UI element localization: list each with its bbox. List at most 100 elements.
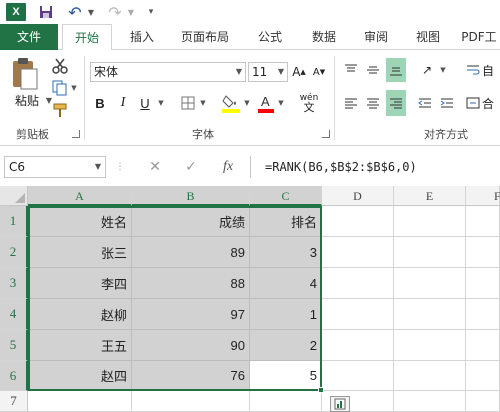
cell-e7[interactable]: [394, 391, 466, 412]
cell-e1[interactable]: [394, 206, 466, 237]
bold-button[interactable]: B: [90, 92, 110, 114]
column-header-b[interactable]: B: [132, 186, 250, 206]
quick-analysis-button[interactable]: [330, 396, 350, 412]
redo-dropdown-icon[interactable]: ▼: [126, 0, 136, 24]
copy-icon[interactable]: [50, 78, 70, 98]
cell-a3[interactable]: 李四: [28, 268, 132, 299]
bottom-align-icon[interactable]: [386, 58, 406, 82]
cell-a7[interactable]: [28, 391, 132, 412]
cell-d6[interactable]: [322, 361, 394, 391]
fill-handle[interactable]: [318, 387, 324, 393]
tab-pdf[interactable]: PDF工: [458, 24, 500, 50]
cell-e5[interactable]: [394, 330, 466, 361]
cell-b6[interactable]: 76: [132, 361, 250, 391]
cell-f3[interactable]: [466, 268, 500, 299]
cell-b3[interactable]: 88: [132, 268, 250, 299]
save-icon[interactable]: [36, 0, 56, 24]
align-center-icon[interactable]: [364, 92, 382, 114]
cell-e6[interactable]: [394, 361, 466, 391]
borders-icon[interactable]: [178, 92, 198, 114]
grow-font-icon[interactable]: A ▲: [290, 62, 308, 82]
row-header-5[interactable]: 5: [0, 330, 28, 361]
cell-a2[interactable]: 张三: [28, 237, 132, 268]
formula-input[interactable]: =RANK(B6,$B$2:$B$6,0): [250, 156, 500, 178]
cell-f7[interactable]: [466, 391, 500, 412]
row-header-1[interactable]: 1: [0, 206, 28, 237]
insert-function-icon[interactable]: fx: [214, 156, 242, 178]
row-header-7[interactable]: 7: [0, 391, 28, 412]
undo-dropdown-icon[interactable]: ▼: [86, 0, 96, 24]
row-header-3[interactable]: 3: [0, 268, 28, 299]
cell-b1[interactable]: 成绩: [132, 206, 250, 237]
tab-view[interactable]: 视图: [408, 24, 448, 50]
orientation-dropdown-icon[interactable]: ▼: [438, 60, 448, 80]
row-header-2[interactable]: 2: [0, 237, 28, 268]
cell-f1[interactable]: [466, 206, 500, 237]
cell-f5[interactable]: [466, 330, 500, 361]
font-launcher-icon[interactable]: [322, 130, 330, 138]
cell-f2[interactable]: [466, 237, 500, 268]
cell-d1[interactable]: [322, 206, 394, 237]
cell-c5[interactable]: 2: [250, 330, 322, 361]
cell-b2[interactable]: 89: [132, 237, 250, 268]
phonetic-guide-icon[interactable]: wén 文: [296, 90, 322, 116]
cell-c1[interactable]: 排名: [250, 206, 322, 237]
top-align-icon[interactable]: [342, 60, 360, 80]
increase-indent-icon[interactable]: [438, 92, 456, 114]
wrap-text-icon[interactable]: [464, 60, 482, 80]
tab-insert[interactable]: 插入: [120, 24, 164, 50]
cell-e2[interactable]: [394, 237, 466, 268]
cell-f6[interactable]: [466, 361, 500, 391]
cell-a1[interactable]: 姓名: [28, 206, 132, 237]
tab-home[interactable]: 开始: [62, 24, 112, 51]
format-painter-icon[interactable]: [50, 100, 70, 120]
cell-c7[interactable]: [250, 391, 322, 412]
cell-f4[interactable]: [466, 299, 500, 330]
undo-icon[interactable]: ↶: [64, 0, 86, 24]
column-header-a[interactable]: A: [28, 186, 132, 206]
cell-c4[interactable]: 1: [250, 299, 322, 330]
cell-d4[interactable]: [322, 299, 394, 330]
middle-align-icon[interactable]: [364, 60, 382, 80]
clipboard-launcher-icon[interactable]: [72, 130, 80, 138]
cancel-icon[interactable]: ✕: [142, 156, 168, 178]
column-header-e[interactable]: E: [394, 186, 466, 206]
copy-dropdown-icon[interactable]: ▼: [70, 82, 78, 94]
tab-data[interactable]: 数据: [302, 24, 346, 50]
shrink-font-icon[interactable]: A ▼: [310, 62, 328, 82]
merge-center-icon[interactable]: [464, 92, 482, 114]
fill-color-dropdown-icon[interactable]: ▼: [242, 92, 252, 114]
column-header-c[interactable]: C: [250, 186, 322, 206]
cell-e4[interactable]: [394, 299, 466, 330]
paste-icon[interactable]: [8, 56, 42, 92]
cell-e3[interactable]: [394, 268, 466, 299]
cell-b4[interactable]: 97: [132, 299, 250, 330]
italic-button[interactable]: I: [114, 92, 132, 114]
font-color-dropdown-icon[interactable]: ▼: [276, 92, 286, 114]
underline-button[interactable]: U: [136, 92, 154, 114]
cell-d2[interactable]: [322, 237, 394, 268]
borders-dropdown-icon[interactable]: ▼: [198, 92, 208, 114]
row-header-6[interactable]: 6: [0, 361, 28, 391]
cell-b7[interactable]: [132, 391, 250, 412]
wrap-text-label[interactable]: 自: [482, 60, 500, 80]
tab-formulas[interactable]: 公式: [250, 24, 290, 50]
orientation-icon[interactable]: ↗: [416, 60, 438, 80]
cell-c2[interactable]: 3: [250, 237, 322, 268]
underline-dropdown-icon[interactable]: ▼: [156, 92, 166, 114]
cell-c6-active[interactable]: 5: [250, 361, 322, 391]
cut-icon[interactable]: [50, 56, 70, 76]
cell-c3[interactable]: 4: [250, 268, 322, 299]
tab-page-layout[interactable]: 页面布局: [172, 24, 238, 50]
name-box[interactable]: C6 ▼: [4, 156, 106, 178]
cell-d3[interactable]: [322, 268, 394, 299]
column-header-d[interactable]: D: [322, 186, 394, 206]
tab-file[interactable]: 文件: [0, 24, 58, 50]
enter-icon[interactable]: ✓: [178, 156, 204, 178]
redo-icon[interactable]: ↷: [104, 0, 126, 24]
formula-bar-grip-icon[interactable]: ⋮: [114, 156, 126, 178]
font-size-combo[interactable]: 11 ▼: [248, 62, 288, 82]
cell-b5[interactable]: 90: [132, 330, 250, 361]
merge-center-label[interactable]: 合: [482, 92, 500, 114]
column-header-f[interactable]: F: [466, 186, 500, 206]
